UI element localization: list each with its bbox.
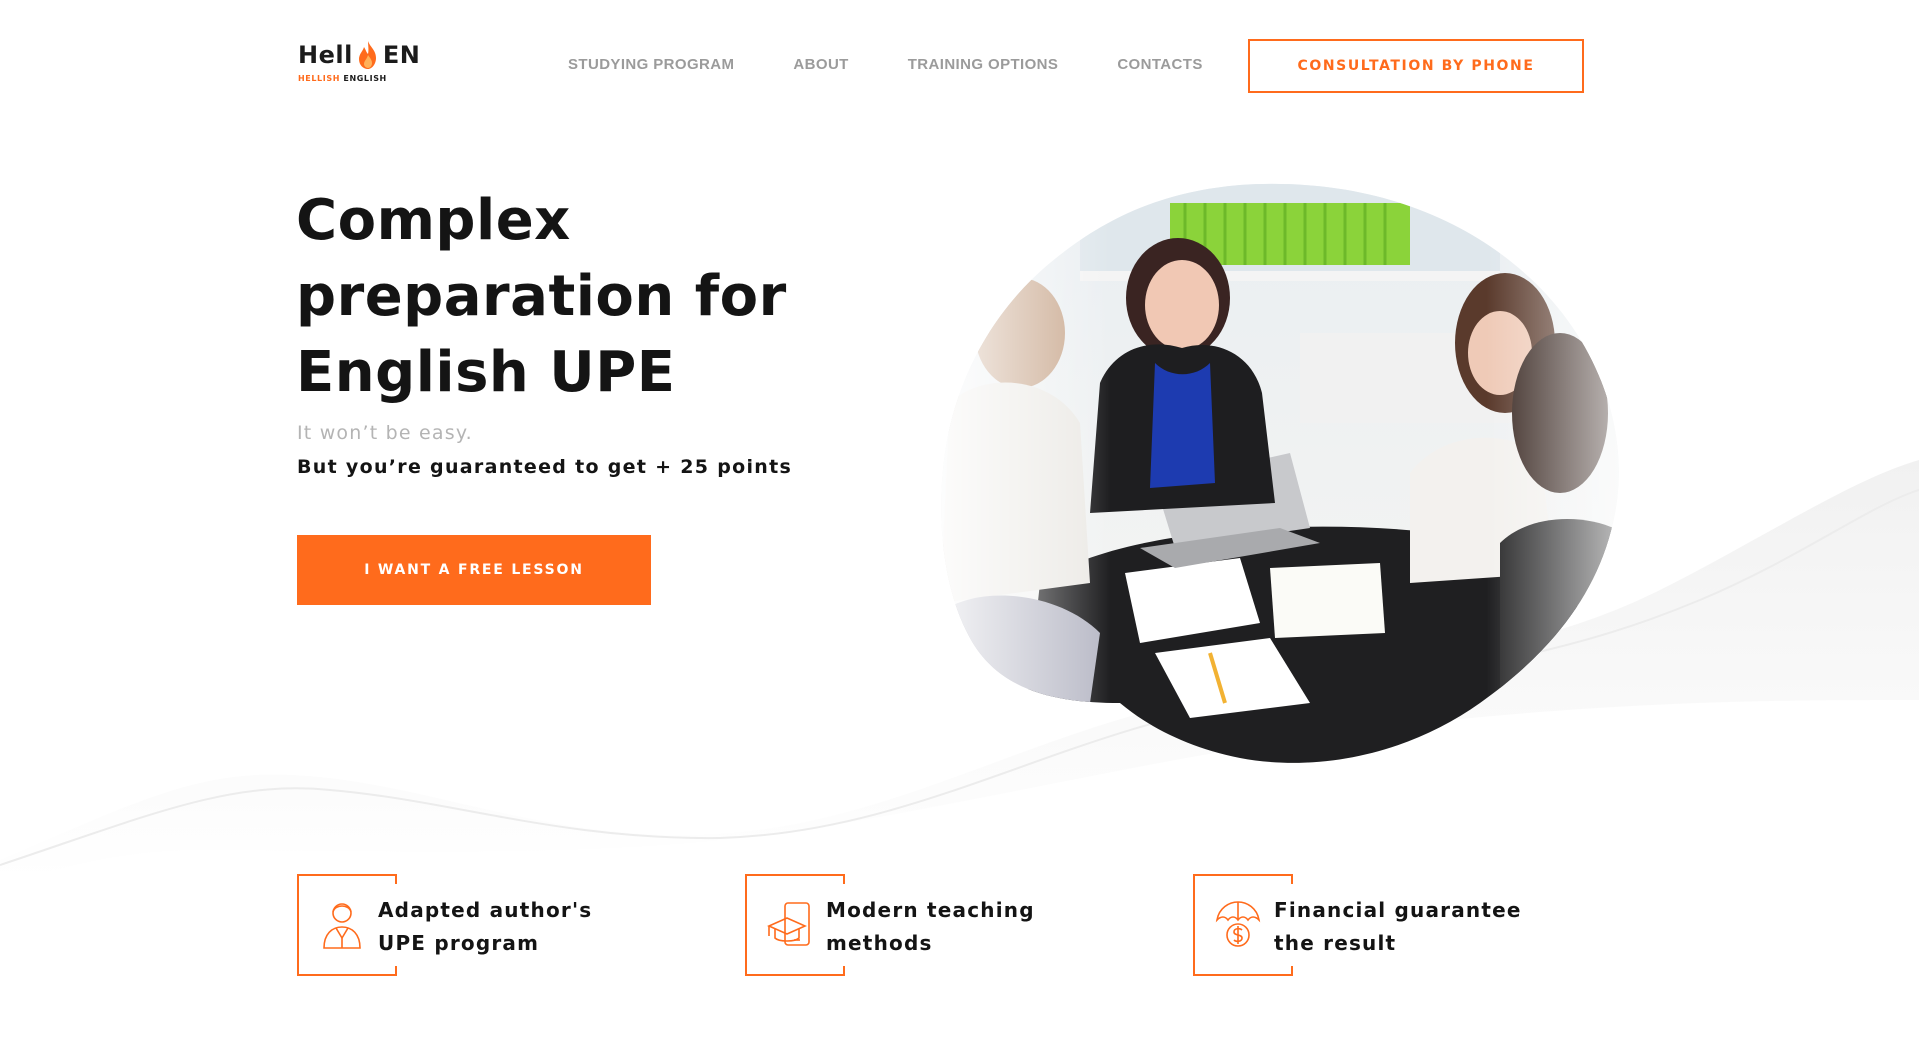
hero-subtitle-strong: But you’re guaranteed to get + 25 points	[297, 456, 793, 478]
nav-contacts[interactable]: CONTACTS	[1117, 56, 1202, 74]
umbrella-money-icon	[1215, 901, 1261, 947]
feature-program-line2: UPE program	[378, 931, 540, 955]
nav-about[interactable]: ABOUT	[793, 56, 848, 74]
main-nav: STUDYING PROGRAM ABOUT TRAINING OPTIONS …	[568, 56, 1262, 74]
landing-page: Hell EN HELLISH ENGLISH STUDYING PROGRAM…	[0, 0, 1919, 1053]
feature-methods-line2: methods	[826, 931, 933, 955]
nav-training-options[interactable]: TRAINING OPTIONS	[908, 56, 1059, 74]
hero-title: Complex preparation for English UPE	[296, 183, 856, 411]
logo-tagline-rest: ENGLISH	[343, 74, 387, 83]
logo-text-right: EN	[382, 41, 421, 69]
flame-icon	[358, 41, 376, 69]
hero-title-line2: preparation for	[296, 264, 787, 329]
feature-program-text: Adapted author's UPE program	[378, 894, 638, 960]
hero-subtitle-muted: It won’t be easy.	[297, 422, 473, 444]
free-lesson-button[interactable]: I WANT A FREE LESSON	[297, 535, 651, 605]
logo-tagline-accent: HELLISH	[298, 74, 340, 83]
brand-logo[interactable]: Hell EN HELLISH ENGLISH	[298, 40, 433, 88]
students-studying-photo	[941, 183, 1619, 763]
feature-methods-text: Modern teaching methods	[826, 894, 1086, 960]
feature-guarantee-line2: the result	[1274, 931, 1397, 955]
logo-tagline: HELLISH ENGLISH	[298, 74, 433, 83]
hero-title-line1: Complex	[296, 188, 571, 253]
feature-program-line1: Adapted author's	[378, 898, 593, 922]
consultation-button[interactable]: CONSULTATION BY PHONE	[1248, 39, 1584, 93]
feature-methods-line1: Modern teaching	[826, 898, 1035, 922]
feature-guarantee-line1: Financial guarantee	[1274, 898, 1522, 922]
feature-guarantee-text: Financial guarantee the result	[1274, 894, 1534, 960]
teacher-icon	[323, 903, 361, 949]
logo-text-left: Hell	[298, 41, 353, 69]
graduation-tablet-icon	[767, 902, 810, 946]
hero-title-line3: English UPE	[296, 340, 676, 405]
nav-studying-program[interactable]: STUDYING PROGRAM	[568, 56, 734, 74]
